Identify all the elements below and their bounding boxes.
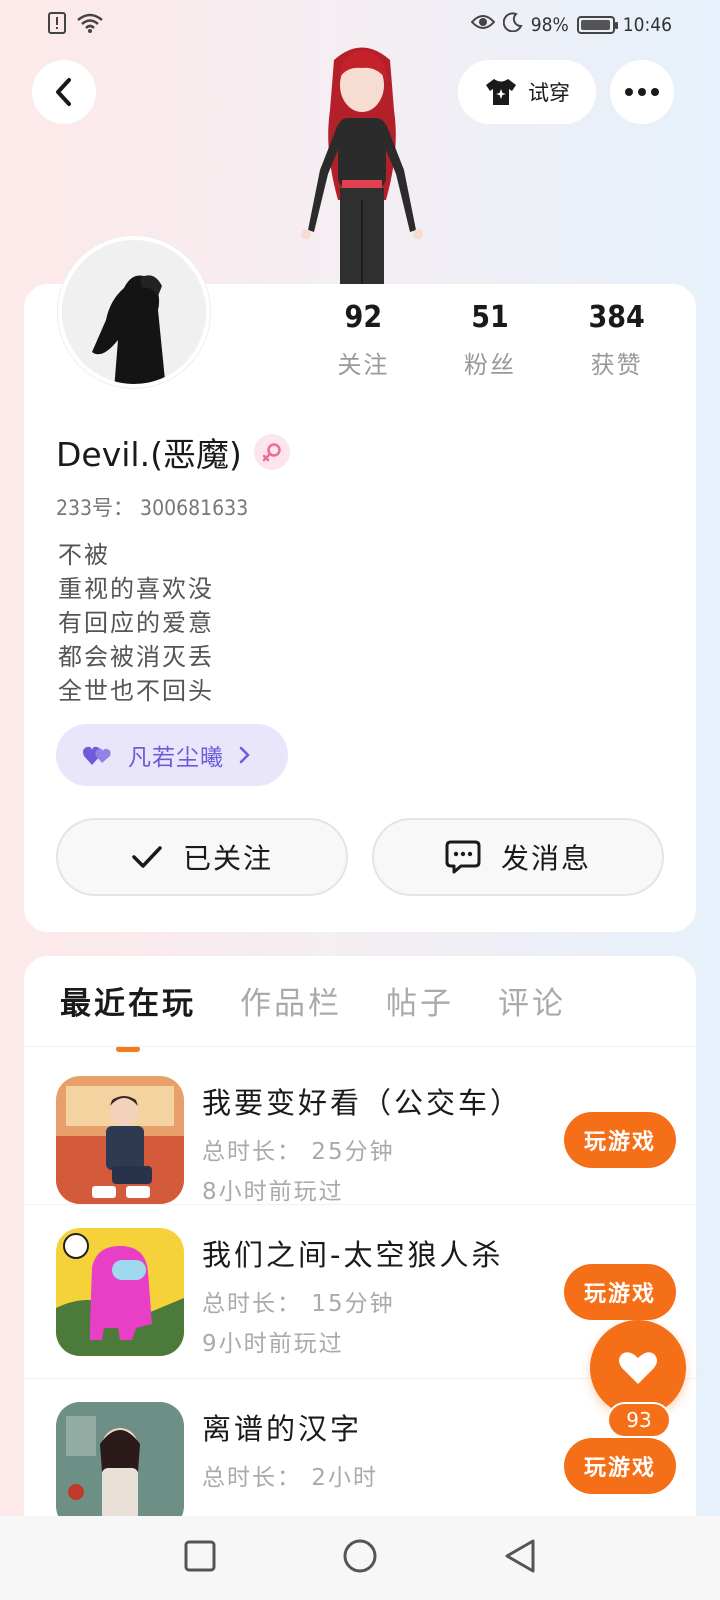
double-heart-icon	[83, 746, 111, 765]
game-title: 我们之间-太空狼人杀	[202, 1238, 504, 1272]
bio-line: 都会被消灭丢	[58, 643, 214, 671]
followed-button[interactable]: 已关注	[56, 818, 348, 896]
try-on-button[interactable]: 试穿	[458, 60, 596, 124]
stat-value: 384	[588, 300, 645, 335]
tab-recently-played[interactable]: 最近在玩	[60, 976, 196, 1052]
home-button[interactable]	[342, 1538, 378, 1578]
alert-icon	[48, 12, 66, 38]
send-message-button[interactable]: 发消息	[372, 818, 664, 896]
game-list-item[interactable]: 我们之间-太空狼人杀 总时长： 15分钟 9小时前玩过 玩游戏	[56, 1228, 676, 1360]
content-tabs: 最近在玩 作品栏 帖子 评论	[60, 976, 566, 1052]
bio-line: 重视的喜欢没	[58, 575, 214, 603]
circle-icon	[343, 1539, 377, 1573]
game-title: 离谱的汉字	[202, 1412, 363, 1446]
chevron-left-icon	[56, 78, 71, 106]
back-button[interactable]	[32, 60, 96, 124]
bio-line: 有回应的爱意	[58, 609, 214, 637]
stat-followers[interactable]: 51 粉丝	[427, 300, 554, 380]
stat-following[interactable]: 92 关注	[300, 300, 427, 380]
chat-bubble-icon	[445, 840, 481, 874]
game-duration: 总时长： 25分钟	[202, 1139, 395, 1165]
game-last-played: 9小时前玩过	[202, 1331, 344, 1357]
relationship-tag[interactable]: 凡若尘曦	[56, 724, 288, 786]
play-game-button[interactable]: 玩游戏	[564, 1438, 676, 1494]
try-on-label: 试穿	[528, 81, 570, 105]
bio-line: 全世也不回头	[58, 677, 214, 705]
content-card: 最近在玩 作品栏 帖子 评论 我要变好看（公交车） 总时长： 25分钟 8小时前…	[24, 956, 696, 1600]
relationship-tag-label: 凡若尘曦	[128, 745, 224, 771]
profile-stats: 92 关注 51 粉丝 384 获赞	[300, 300, 680, 380]
bio: 不被 重视的喜欢没 有回应的爱意 都会被消灭丢 全世也不回头	[58, 538, 214, 708]
play-game-button[interactable]: 玩游戏	[564, 1112, 676, 1168]
chevron-right-icon	[239, 746, 250, 764]
more-options-button[interactable]	[610, 60, 674, 124]
square-icon	[184, 1540, 216, 1572]
recent-apps-button[interactable]	[183, 1539, 217, 1577]
stat-label: 关注	[337, 351, 390, 379]
moon-icon	[502, 12, 523, 37]
game-thumbnail	[56, 1228, 184, 1356]
avatar-silhouette-image	[62, 240, 206, 384]
game-thumbnail	[56, 1076, 184, 1204]
like-count-badge: 93	[607, 1402, 671, 1438]
clock: 10:46	[622, 13, 672, 36]
stat-value: 51	[471, 300, 509, 335]
followed-label: 已关注	[182, 842, 273, 875]
play-game-button[interactable]: 玩游戏	[564, 1264, 676, 1320]
game-list-item[interactable]: 我要变好看（公交车） 总时长： 25分钟 8小时前玩过 玩游戏	[56, 1076, 676, 1208]
stat-label: 粉丝	[464, 351, 516, 379]
female-gender-icon	[253, 434, 290, 470]
wifi-icon	[76, 12, 104, 38]
avatar[interactable]	[58, 236, 210, 388]
heart-icon	[619, 1352, 657, 1384]
divider	[24, 1204, 696, 1205]
battery-percent: 98%	[530, 13, 569, 36]
username: Devil.(恶魔)	[56, 435, 242, 474]
game-title: 我要变好看（公交车）	[202, 1086, 523, 1120]
shirt-icon	[486, 79, 516, 105]
divider	[24, 1046, 696, 1047]
stat-label: 获赞	[590, 351, 643, 379]
eye-icon	[470, 13, 496, 36]
game-last-played: 8小时前玩过	[202, 1179, 344, 1205]
stat-value: 92	[344, 300, 383, 335]
more-dots-icon	[625, 88, 659, 96]
avatar-3d-character[interactable]	[282, 40, 442, 285]
send-message-label: 发消息	[500, 842, 591, 875]
battery-icon	[576, 15, 618, 34]
checkmark-icon	[132, 846, 162, 868]
system-nav-bar	[0, 1516, 720, 1600]
tab-works[interactable]: 作品栏	[240, 976, 342, 1032]
back-nav-button[interactable]	[503, 1538, 537, 1578]
game-thumbnail	[56, 1402, 184, 1530]
game-list-item[interactable]: 离谱的汉字 总时长： 2小时 玩游戏	[56, 1402, 676, 1534]
user-id: 233号： 300681633	[56, 496, 249, 520]
bio-line: 不被	[58, 541, 110, 569]
game-duration: 总时长： 15分钟	[202, 1291, 395, 1317]
game-duration: 总时长： 2小时	[202, 1465, 378, 1491]
triangle-back-icon	[505, 1539, 535, 1573]
tab-posts[interactable]: 帖子	[386, 976, 454, 1032]
tab-comments[interactable]: 评论	[498, 976, 566, 1032]
stat-likes[interactable]: 384 获赞	[553, 300, 680, 380]
username-row: Devil.(恶魔)	[56, 428, 290, 476]
